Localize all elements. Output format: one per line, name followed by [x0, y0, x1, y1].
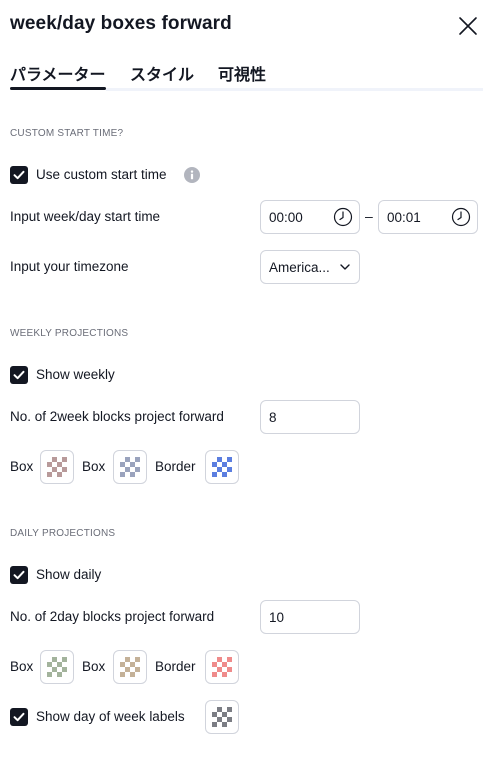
daily-blocks-input[interactable]: 10: [260, 600, 360, 634]
tabs-divider: [106, 88, 483, 91]
weekly-box2-label: Box: [82, 459, 106, 474]
show-weekly-checkbox[interactable]: [10, 366, 28, 384]
section-title-custom-start: CUSTOM START TIME?: [10, 128, 124, 139]
section-title-weekly: WEEKLY PROJECTIONS: [10, 328, 129, 339]
timezone-select[interactable]: America...: [260, 250, 360, 284]
active-tab-indicator: [10, 87, 106, 90]
checkmark-icon: [13, 170, 25, 180]
weekly-border-label: Border: [155, 459, 196, 474]
daily-border-label: Border: [155, 659, 196, 674]
daily-blocks-value: 10: [269, 610, 285, 625]
start-time-to-input[interactable]: 00:01: [378, 200, 478, 234]
timezone-value: America...: [269, 260, 330, 275]
show-daily-label: Show daily: [36, 567, 102, 582]
tab-style[interactable]: スタイル: [130, 61, 194, 85]
checkmark-icon: [13, 712, 25, 722]
close-button[interactable]: [455, 13, 481, 39]
daily-box1-color-swatch[interactable]: [40, 650, 74, 684]
weekly-blocks-value: 8: [269, 410, 277, 425]
dialog-title: week/day boxes forward: [10, 13, 232, 34]
show-weekly-label: Show weekly: [36, 367, 115, 382]
start-time-from-input[interactable]: 00:00: [260, 200, 360, 234]
weekly-box1-color-swatch[interactable]: [40, 450, 74, 484]
weekly-border-color-swatch[interactable]: [205, 450, 239, 484]
show-daily-checkbox[interactable]: [10, 566, 28, 584]
daily-border-color-swatch[interactable]: [205, 650, 239, 684]
time-range-separator: –: [365, 208, 373, 224]
use-custom-start-checkbox[interactable]: [10, 166, 28, 184]
start-time-from-value: 00:00: [269, 210, 303, 225]
day-labels-color-swatch[interactable]: [205, 700, 239, 734]
clock-icon: [451, 207, 471, 227]
daily-box2-color-swatch[interactable]: [113, 650, 147, 684]
clock-icon: [333, 207, 353, 227]
daily-blocks-label: No. of 2day blocks project forward: [10, 609, 215, 624]
daily-box1-label: Box: [10, 659, 34, 674]
weekly-blocks-input[interactable]: 8: [260, 400, 360, 434]
checkmark-icon: [13, 370, 25, 380]
weekly-box1-label: Box: [10, 459, 34, 474]
use-custom-start-label: Use custom start time: [36, 167, 167, 182]
weekly-blocks-label: No. of 2week blocks project forward: [10, 409, 224, 424]
start-time-label: Input week/day start time: [10, 209, 161, 224]
section-title-daily: DAILY PROJECTIONS: [10, 528, 116, 539]
tab-parameters[interactable]: パラメーター: [10, 61, 106, 85]
show-day-labels-checkbox[interactable]: [10, 708, 28, 726]
daily-box2-label: Box: [82, 659, 106, 674]
info-icon[interactable]: [184, 167, 200, 183]
tab-bar: パラメーター スタイル 可視性: [10, 58, 483, 92]
weekly-box2-color-swatch[interactable]: [113, 450, 147, 484]
show-day-labels-label: Show day of week labels: [36, 709, 185, 724]
checkmark-icon: [13, 570, 25, 580]
close-icon: [459, 17, 477, 35]
start-time-to-value: 00:01: [387, 210, 421, 225]
dialog-header: week/day boxes forward: [0, 0, 495, 52]
timezone-label: Input your timezone: [10, 259, 129, 274]
chevron-down-icon: [340, 264, 350, 270]
tab-visibility[interactable]: 可視性: [218, 61, 266, 85]
